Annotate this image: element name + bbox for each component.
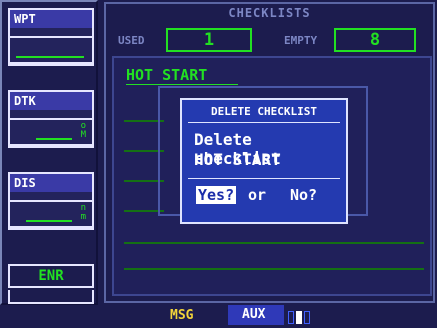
- empty-count: 8: [334, 28, 416, 52]
- page-indicator: [288, 309, 312, 328]
- list-row[interactable]: [124, 242, 424, 244]
- cdi-mode-enr: ENR: [8, 264, 94, 288]
- page-indicator-box: [288, 311, 294, 324]
- aux-label: AUX: [242, 307, 266, 322]
- msg-annunciator: MSG: [170, 308, 194, 323]
- dialog-title: DELETE CHECKLIST: [211, 105, 317, 118]
- selected-underline: [126, 84, 238, 85]
- page-indicator-box: [304, 311, 310, 324]
- dtk-unit: M: [80, 130, 86, 140]
- aux-page-group: AUX: [228, 305, 284, 325]
- delete-checklist-dialog: DELETE CHECKLIST Delete checklist HOT ST…: [180, 98, 348, 224]
- used-label: USED: [118, 34, 145, 47]
- dis-dashes: [26, 220, 72, 222]
- empty-label: EMPTY: [284, 34, 318, 47]
- wpt-value: [10, 36, 92, 64]
- dialog-title-divider: [188, 122, 340, 123]
- left-data-panel: WPT DTK o M DIS n m ENR: [0, 0, 98, 305]
- wpt-field: WPT: [8, 8, 94, 66]
- used-count: 1: [166, 28, 252, 52]
- dtk-dashes: [36, 138, 72, 140]
- dis-value: n m: [10, 200, 92, 228]
- page-indicator-box: [296, 311, 302, 324]
- dis-field: DIS n m: [8, 172, 94, 230]
- or-text: or: [248, 186, 267, 204]
- dtk-value: o M: [10, 118, 92, 146]
- dis-label: DIS: [10, 174, 92, 192]
- page-title: CHECKLISTS: [228, 6, 311, 20]
- dialog-divider: [188, 178, 340, 179]
- wpt-label: WPT: [10, 10, 92, 28]
- dtk-label: DTK: [10, 92, 92, 110]
- dialog-message-line2: HOT START: [194, 150, 281, 169]
- no-button[interactable]: No?: [290, 186, 317, 204]
- list-row[interactable]: [124, 268, 424, 270]
- wpt-dashes: [16, 56, 84, 58]
- yes-button[interactable]: Yes?: [196, 186, 237, 204]
- mode-underbox: [8, 290, 94, 304]
- dis-unit-bot: m: [80, 212, 86, 222]
- status-bar: [0, 305, 437, 325]
- selected-checklist-name[interactable]: HOT START: [126, 66, 207, 84]
- dtk-field: DTK o M: [8, 90, 94, 148]
